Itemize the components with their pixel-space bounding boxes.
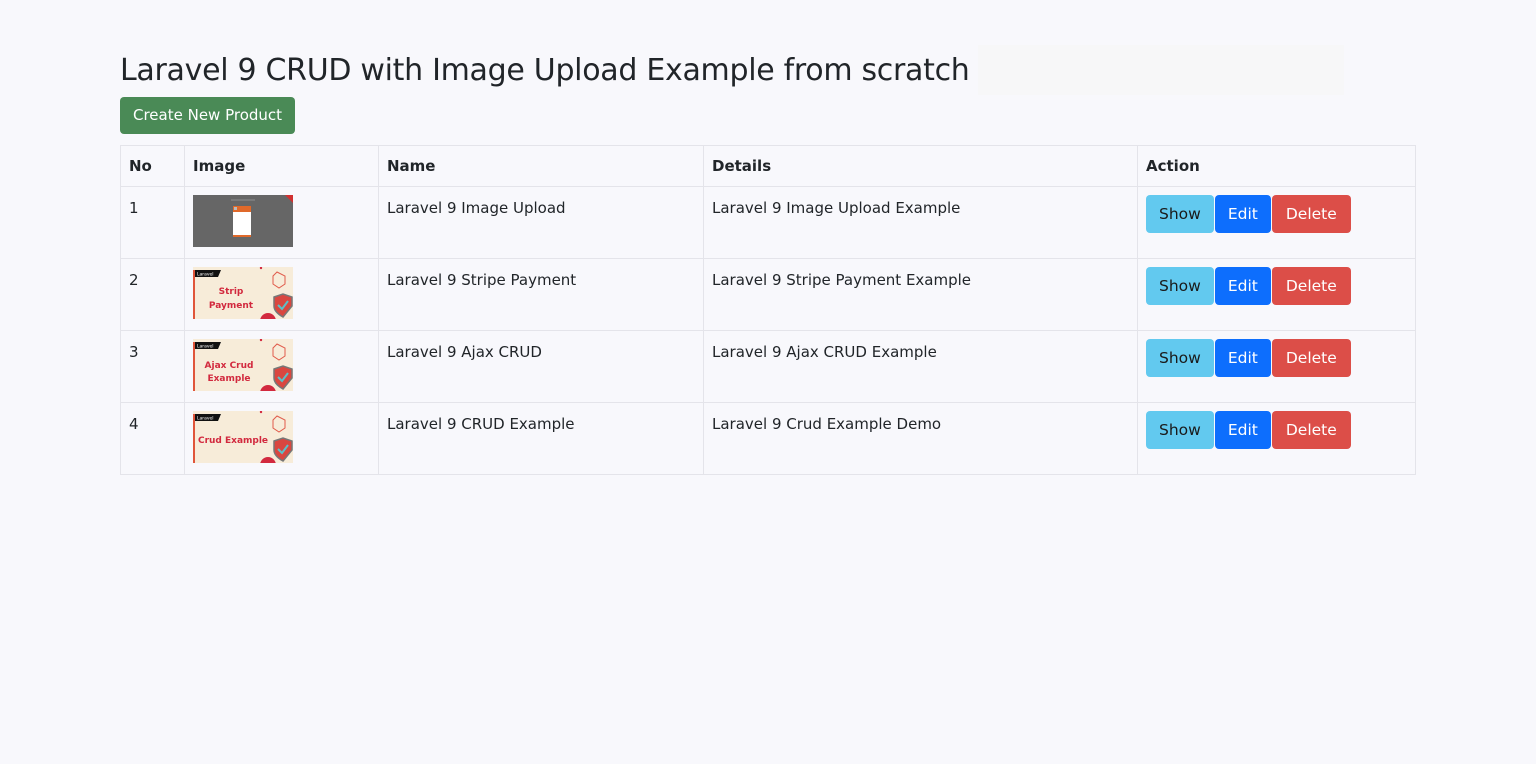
svg-text:Laravel: Laravel xyxy=(197,344,214,350)
cell-image xyxy=(184,186,379,259)
cell-name: Laravel 9 Stripe Payment xyxy=(378,258,704,331)
header-details: Details xyxy=(703,145,1138,187)
svg-text:Strip: Strip xyxy=(219,287,244,297)
cell-name: Laravel 9 Ajax CRUD xyxy=(378,330,704,403)
cell-name: Laravel 9 Image Upload xyxy=(378,186,704,259)
svg-text:Payment: Payment xyxy=(209,301,254,311)
svg-text:Example: Example xyxy=(207,374,250,384)
show-button[interactable]: Show xyxy=(1146,339,1214,377)
table-row: 1 Laravel 9 Image Upload Laravel 9 Image… xyxy=(120,186,1416,259)
ajax-crud-thumbnail: Laravel Ajax Crud Example xyxy=(193,339,293,391)
delete-button[interactable]: Delete xyxy=(1271,339,1351,377)
svg-text:Ajax Crud: Ajax Crud xyxy=(205,361,254,371)
cell-no: 2 xyxy=(120,258,185,331)
table-row: 2 Laravel Strip Payment Laravel 9 Stripe… xyxy=(120,258,1416,331)
table-row: 3 Laravel Ajax Crud Example Laravel 9 Aj… xyxy=(120,330,1416,403)
edit-button[interactable]: Edit xyxy=(1214,411,1271,449)
cell-no: 3 xyxy=(120,330,185,403)
show-button[interactable]: Show xyxy=(1146,195,1214,233)
create-new-product-button[interactable]: Create New Product xyxy=(120,97,296,134)
products-table: No Image Name Details Action 1 Laravel 9… xyxy=(120,145,1416,475)
page-title: Laravel 9 CRUD with Image Upload Example… xyxy=(120,52,970,88)
cell-details: Laravel 9 Stripe Payment Example xyxy=(703,258,1138,331)
stripe-payment-thumbnail: Laravel Strip Payment xyxy=(193,267,293,319)
table-header-row: No Image Name Details Action xyxy=(120,145,1416,187)
cell-image: Laravel Strip Payment xyxy=(184,258,379,331)
header-no: No xyxy=(120,145,185,187)
cell-actions: Show Edit Delete xyxy=(1137,330,1416,403)
cell-actions: Show Edit Delete xyxy=(1137,258,1416,331)
svg-text:Crud Example: Crud Example xyxy=(198,436,268,446)
cell-actions: Show Edit Delete xyxy=(1137,186,1416,259)
cell-details: Laravel 9 Image Upload Example xyxy=(703,186,1138,259)
cell-no: 1 xyxy=(120,186,185,259)
main-container: Laravel 9 CRUD with Image Upload Example… xyxy=(120,45,1416,475)
table-row: 4 Laravel Crud Example Laravel 9 CRUD Ex… xyxy=(120,402,1416,475)
cell-no: 4 xyxy=(120,402,185,475)
show-button[interactable]: Show xyxy=(1146,411,1214,449)
cell-actions: Show Edit Delete xyxy=(1137,402,1416,475)
cell-image: Laravel Crud Example xyxy=(184,402,379,475)
delete-button[interactable]: Delete xyxy=(1271,411,1351,449)
edit-button[interactable]: Edit xyxy=(1214,339,1271,377)
delete-button[interactable]: Delete xyxy=(1271,267,1351,305)
edit-button[interactable]: Edit xyxy=(1214,195,1271,233)
image-upload-thumbnail xyxy=(193,195,293,247)
header-name: Name xyxy=(378,145,704,187)
blank-placeholder xyxy=(977,45,1344,95)
delete-button[interactable]: Delete xyxy=(1271,195,1351,233)
cell-details: Laravel 9 Crud Example Demo xyxy=(703,402,1138,475)
edit-button[interactable]: Edit xyxy=(1214,267,1271,305)
crud-example-thumbnail: Laravel Crud Example xyxy=(193,411,293,463)
header-image: Image xyxy=(184,145,379,187)
svg-text:Laravel: Laravel xyxy=(197,272,214,278)
cell-details: Laravel 9 Ajax CRUD Example xyxy=(703,330,1138,403)
title-row: Laravel 9 CRUD with Image Upload Example… xyxy=(120,45,1416,95)
cell-image: Laravel Ajax Crud Example xyxy=(184,330,379,403)
cell-name: Laravel 9 CRUD Example xyxy=(378,402,704,475)
header-action: Action xyxy=(1137,145,1416,187)
svg-text:Laravel: Laravel xyxy=(197,416,214,422)
show-button[interactable]: Show xyxy=(1146,267,1214,305)
